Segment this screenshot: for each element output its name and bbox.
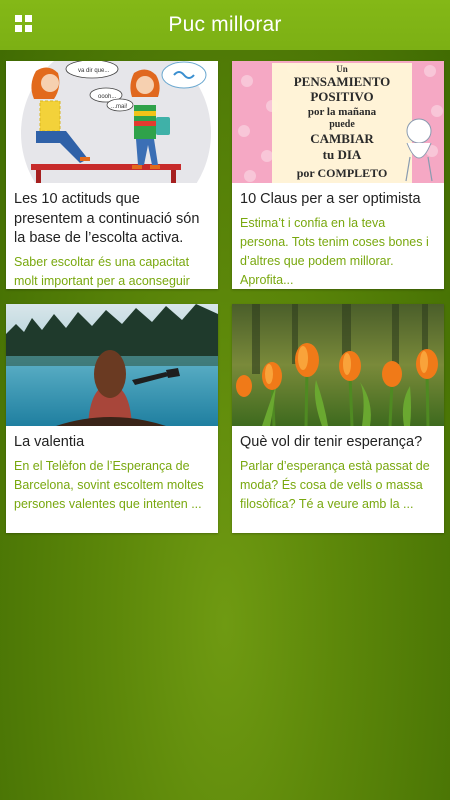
- article-card-valentia[interactable]: La valentia En el Telèfon de l’Esperança…: [6, 304, 218, 533]
- article-snippet: Saber escoltar és una capacitat molt imp…: [14, 254, 190, 288]
- article-title[interactable]: La valentia: [14, 433, 210, 453]
- article-image-tulips: [232, 304, 444, 426]
- page-title: Puc millorar: [168, 13, 282, 36]
- poster-line-4: por la mañana: [308, 106, 377, 118]
- bubble-text-3: ...mai!: [111, 104, 128, 110]
- article-image-canoe-lake: [6, 304, 218, 426]
- article-image-pensamiento-positivo: Un PENSAMIENTO POSITIVO por la mañana pu…: [232, 61, 444, 183]
- poster-line-8: por COMPLETO: [297, 166, 388, 180]
- article-title[interactable]: Què vol dir tenir esperança?: [240, 433, 436, 453]
- article-snippet: Estima’t i confia en la teva persona. To…: [240, 215, 429, 287]
- article-title[interactable]: 10 Claus per a ser optimista: [240, 190, 436, 210]
- poster-line-1: Un: [336, 64, 348, 74]
- poster-line-7: tu DIA: [323, 147, 362, 162]
- poster-line-6: CAMBIAR: [310, 131, 374, 146]
- app-header: Puc millorar: [0, 0, 450, 50]
- article-title[interactable]: Les 10 actituds que presentem a continua…: [14, 190, 210, 249]
- article-snippet: Parlar d’esperança està passat de moda? …: [240, 458, 430, 511]
- bubble-text-2: oooh...: [98, 94, 117, 100]
- article-card-escolta[interactable]: va dir que... oooh... ...mai! Les 10 act…: [6, 61, 218, 289]
- poster-line-3: POSITIVO: [310, 89, 373, 104]
- bubble-text-1: va dir que...: [78, 68, 110, 74]
- article-card-esperanca[interactable]: Què vol dir tenir esperança? Parlar d’es…: [232, 304, 444, 533]
- article-image-cartoon-girls: va dir que... oooh... ...mai!: [6, 61, 218, 183]
- article-snippet: En el Telèfon de l’Esperança de Barcelon…: [14, 458, 204, 511]
- grid-menu-icon[interactable]: [15, 15, 32, 32]
- poster-line-2: PENSAMIENTO: [294, 74, 391, 89]
- poster-line-5: puede: [329, 119, 355, 130]
- article-card-optimista[interactable]: Un PENSAMIENTO POSITIVO por la mañana pu…: [232, 61, 444, 289]
